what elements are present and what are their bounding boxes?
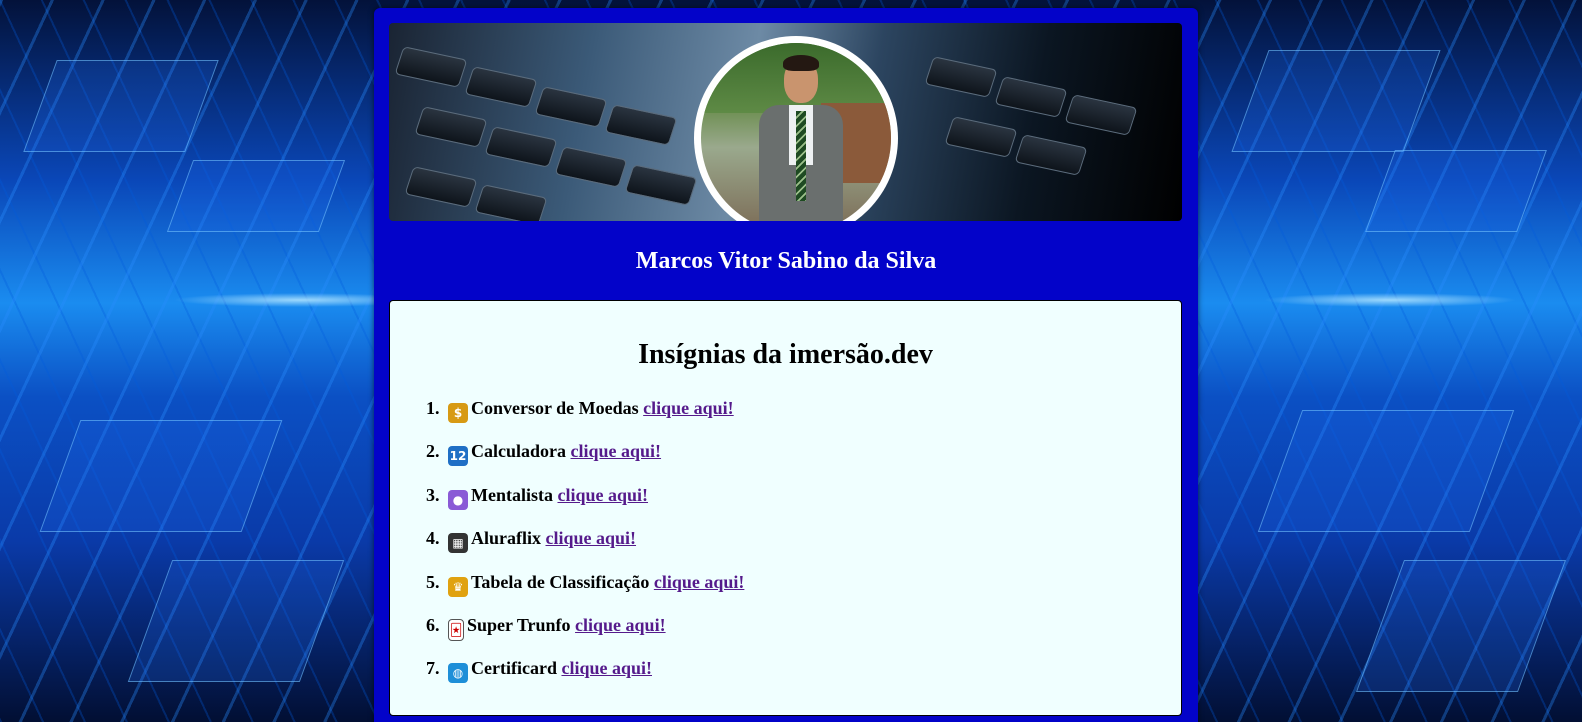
badge-item: 6. 🃏 Super Trunfo clique aqui! <box>426 615 744 658</box>
joker-card-icon: 🃏 <box>448 618 464 641</box>
badge-link[interactable]: clique aqui! <box>643 398 734 418</box>
badge-link[interactable]: clique aqui! <box>654 572 745 592</box>
badge-item: 5. ♛ Tabela de Classificação clique aqui! <box>426 572 744 615</box>
badge-number: 5. <box>426 571 440 592</box>
keyboard-key <box>404 166 478 208</box>
background-shape <box>1231 50 1441 152</box>
badge-label: Aluraflix <box>471 528 541 549</box>
badge-number: 6. <box>426 614 440 635</box>
background-shape <box>166 160 346 232</box>
avatar-hair <box>783 55 819 71</box>
keyboard-key <box>924 56 998 98</box>
background-shape <box>1365 150 1547 232</box>
keyboard-key <box>464 66 538 108</box>
avatar-tie <box>796 111 806 201</box>
badge-label: Tabela de Classificação <box>471 571 650 592</box>
badge-label: Mentalista <box>471 484 553 505</box>
keyboard-key <box>534 86 608 128</box>
money-bag-icon: $ <box>448 403 468 423</box>
badge-label: Calculadora <box>471 441 567 462</box>
background-shape <box>23 60 219 152</box>
profile-name: Marcos Vitor Sabino da Silva <box>635 248 937 274</box>
badge-number: 4. <box>426 528 440 549</box>
badge-link[interactable]: clique aqui! <box>561 658 652 678</box>
badge-item: 3. ● Mentalista clique aqui! <box>426 485 744 528</box>
badge-label: Super Trunfo <box>467 614 571 635</box>
badge-number: 1. <box>426 398 440 418</box>
keyboard-key <box>474 184 548 221</box>
badge-link[interactable]: clique aqui! <box>571 441 662 461</box>
badge-label: Conversor de Moedas <box>471 398 639 418</box>
keyboard-key <box>604 104 678 146</box>
calculator-icon: 12 <box>448 446 468 467</box>
badge-item: 7. ◍ Certificard clique aqui! <box>426 658 744 701</box>
keyboard-key <box>1064 94 1138 136</box>
badge-label: Certificard <box>471 658 557 679</box>
background-shape <box>127 560 345 682</box>
badge-number: 2. <box>426 441 440 462</box>
trophy-icon: ♛ <box>448 576 468 597</box>
globe-icon: ◍ <box>448 663 468 684</box>
avatar-frame <box>694 36 898 221</box>
keyboard-banner-image <box>389 23 1182 221</box>
badge-link[interactable]: clique aqui! <box>546 528 637 548</box>
badge-item: 2. 12 Calculadora clique aqui! <box>426 441 744 484</box>
keyboard-key <box>944 116 1018 158</box>
badges-panel: Insígnias da imersão.dev 1. $ Conversor de… <box>389 300 1182 716</box>
keyboard-key <box>394 46 468 88</box>
background-shape <box>1257 410 1515 532</box>
badge-item: 1. $ Conversor de Moedas clique aqui! <box>426 398 744 441</box>
keyboard-key <box>554 146 628 188</box>
profile-card: Marcos Vitor Sabino da Silva Insígnias d… <box>374 8 1198 722</box>
badge-item: 4. ▦ Aluraflix clique aqui! <box>426 528 744 571</box>
badge-number: 3. <box>426 484 440 505</box>
badges-title: Insígnias da imersão.dev <box>638 339 933 370</box>
background-shape <box>39 420 283 532</box>
badge-number: 7. <box>426 658 440 679</box>
keyboard-key <box>484 126 558 168</box>
keyboard-key <box>624 164 698 206</box>
keyboard-key <box>414 106 488 148</box>
avatar <box>701 43 891 221</box>
clapperboard-icon: ▦ <box>448 533 468 554</box>
badge-link[interactable]: clique aqui! <box>557 485 648 505</box>
badges-list: 1. $ Conversor de Moedas clique aqui! 2. 12 C… <box>426 398 744 702</box>
keyboard-key <box>994 76 1068 118</box>
crystal-ball-icon: ● <box>448 489 468 510</box>
badge-link[interactable]: clique aqui! <box>575 615 666 635</box>
background-shape <box>1355 560 1567 692</box>
keyboard-key <box>1014 134 1088 176</box>
